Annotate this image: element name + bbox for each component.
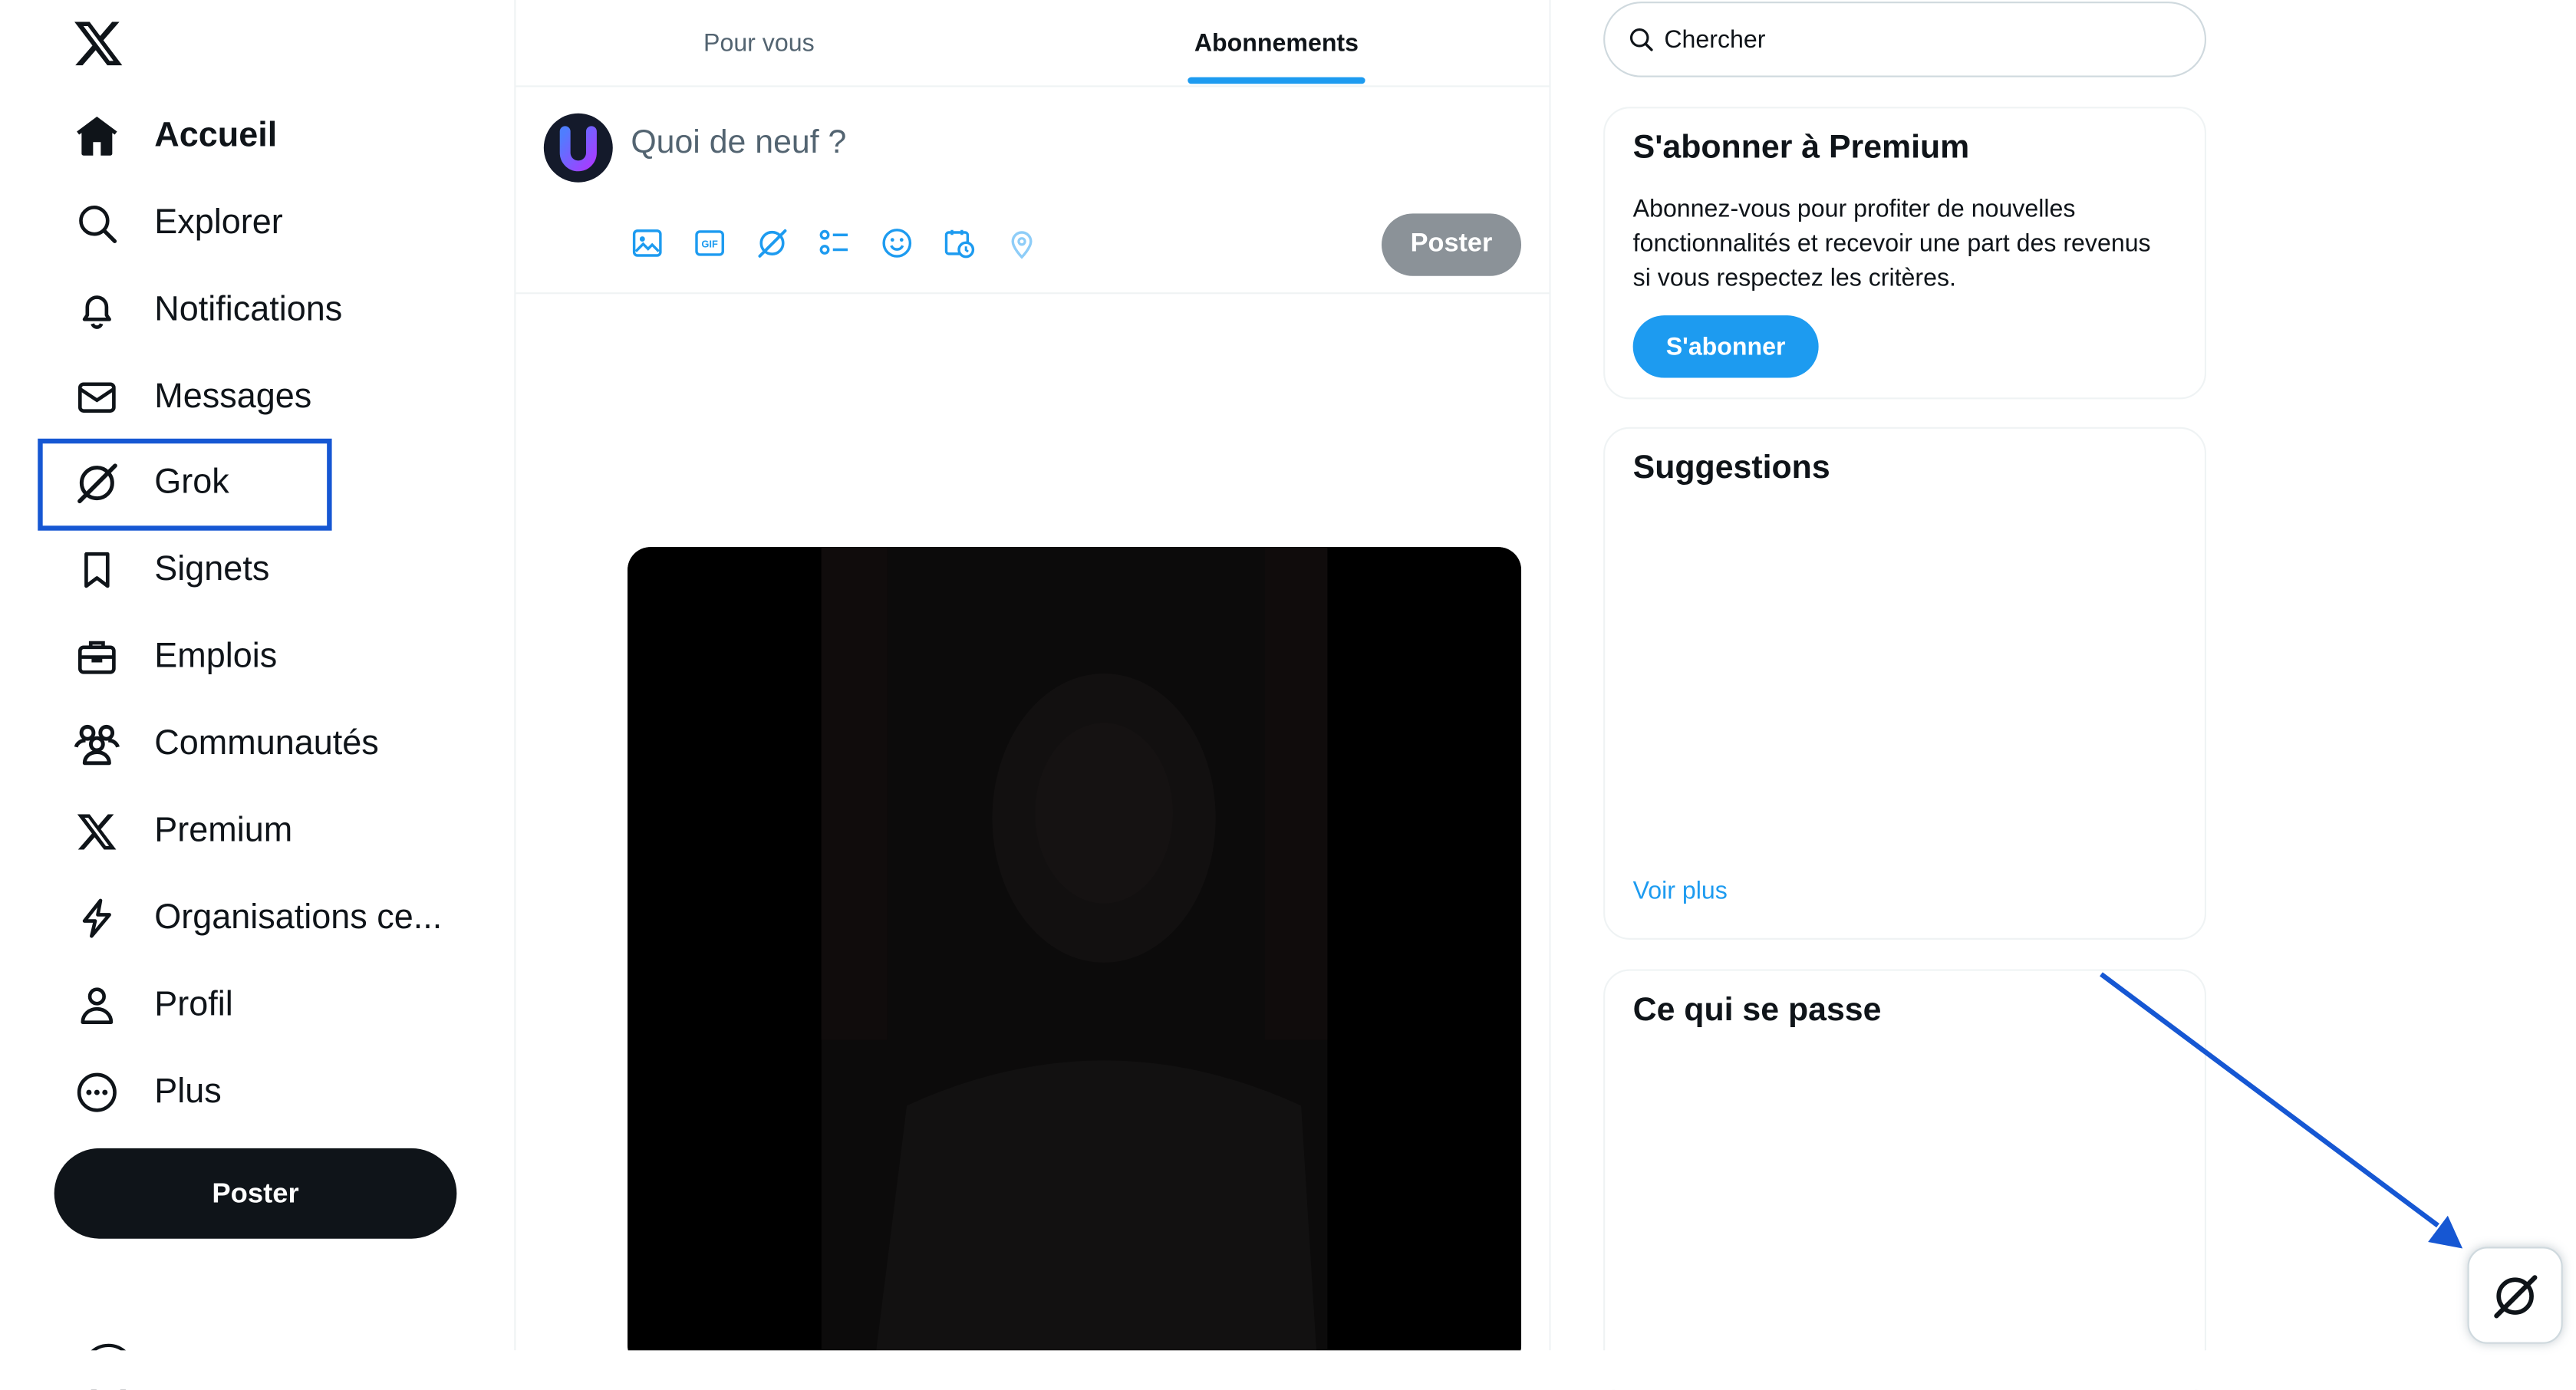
annotation-arrow [2100, 972, 2463, 1249]
grok-icon [2489, 1269, 2541, 1322]
app-frame: Accueil Explorer Notifications Messages … [0, 0, 2576, 1390]
grok-floating-button[interactable] [2467, 1247, 2563, 1344]
